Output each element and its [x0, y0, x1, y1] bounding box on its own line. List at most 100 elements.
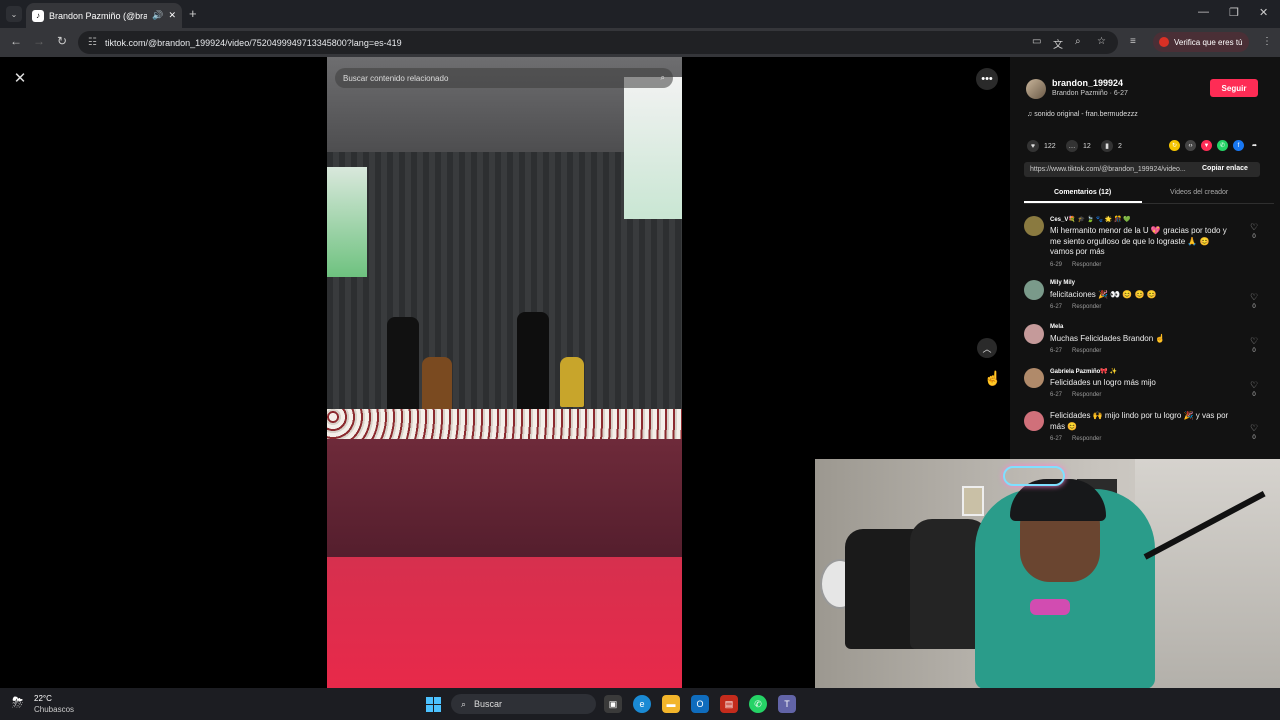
commenter-name[interactable]: Mela: [1050, 324, 1063, 330]
profile-button[interactable]: Verifica que eres tú: [1153, 32, 1249, 52]
taskbar-search-label: Buscar: [474, 699, 503, 709]
translate-icon[interactable]: 文: [1053, 36, 1063, 51]
commenter-avatar[interactable]: [1024, 411, 1044, 431]
comment-count: 12: [1083, 142, 1091, 150]
commenter-avatar[interactable]: [1024, 216, 1044, 236]
window-close-icon[interactable]: ✕: [1259, 6, 1268, 19]
commenter-avatar[interactable]: [1024, 324, 1044, 344]
restore-icon[interactable]: ❐: [1229, 6, 1239, 19]
comment-like[interactable]: ♡ 0: [1248, 423, 1260, 443]
comment-meta: 6-27 Responder: [1050, 392, 1101, 398]
tab-comments[interactable]: Comentarios (12): [1054, 189, 1111, 196]
url-text: tiktok.com/@brandon_199924/video/7520499…: [104, 37, 402, 48]
reply-link[interactable]: Responder: [1072, 304, 1101, 310]
windows-start-icon[interactable]: [426, 697, 441, 712]
embed-icon[interactable]: ‹›: [1185, 140, 1196, 151]
zoom-icon[interactable]: ⌕: [1075, 36, 1081, 47]
repost-icon[interactable]: ↻: [1169, 140, 1180, 151]
comment-meta: 6-27 Responder: [1050, 304, 1101, 310]
weather-icon[interactable]: ⛈: [12, 694, 30, 712]
reply-link[interactable]: Responder: [1072, 392, 1101, 398]
tab-search-icon[interactable]: ⌄: [6, 6, 22, 22]
reply-link[interactable]: Responder: [1072, 348, 1101, 354]
related-search-bar[interactable]: Buscar contenido relacionado ⌕: [335, 68, 673, 88]
reply-link[interactable]: Responder: [1072, 262, 1101, 268]
store-icon[interactable]: ▤: [720, 695, 738, 713]
profile-avatar-icon: [1159, 37, 1169, 47]
heart-outline-icon: ♡: [1249, 423, 1259, 433]
whatsapp-icon[interactable]: ✆: [1217, 140, 1228, 151]
cast-icon[interactable]: ▭: [1032, 36, 1041, 47]
heart-outline-icon: ♡: [1249, 292, 1259, 302]
reading-list-icon[interactable]: ≡: [1130, 36, 1136, 47]
commenter-avatar[interactable]: [1024, 280, 1044, 300]
video-lectern: [560, 357, 584, 407]
commenter-name[interactable]: Gabriela Pazmiño🎀 ✨: [1050, 368, 1117, 375]
music-link[interactable]: ♫ sonido original - fran.bermudezzz: [1027, 111, 1138, 118]
comment-date: 6-27: [1050, 436, 1063, 442]
comment-like[interactable]: ♡ 0: [1248, 380, 1260, 400]
video-figure: [517, 312, 549, 412]
new-tab-icon[interactable]: +: [189, 6, 197, 21]
forward-icon[interactable]: →: [33, 34, 45, 48]
browser-tab[interactable]: ♪ Brandon Pazmiño (@brand 🔊 ✕: [26, 3, 182, 28]
address-bar[interactable]: ☷ tiktok.com/@brandon_199924/video/75204…: [78, 31, 1118, 54]
comment-text: felicitaciones 🎉 👀 😊 😊 😊: [1050, 290, 1157, 299]
like-stat[interactable]: ♥ 122: [1027, 140, 1056, 152]
file-explorer-icon[interactable]: ▬: [662, 695, 680, 713]
comment-item: Gabriela Pazmiño🎀 ✨ Felicidades un logro…: [1024, 368, 1264, 400]
site-info-icon[interactable]: ☷: [88, 37, 97, 48]
reply-link[interactable]: Responder: [1072, 436, 1101, 442]
browser-menu-icon[interactable]: ⋮: [1262, 36, 1272, 47]
creator-subtitle: Brandon Pazmiño · 6-27: [1052, 90, 1128, 97]
bookmark-star-icon[interactable]: ☆: [1097, 36, 1106, 47]
previous-video-icon[interactable]: ︿: [977, 338, 997, 358]
comment-date: 6-27: [1050, 304, 1063, 310]
commenter-name[interactable]: Mily Mily: [1050, 280, 1075, 286]
whatsapp-app-icon[interactable]: ✆: [749, 695, 767, 713]
comment-stat[interactable]: … 12: [1066, 140, 1091, 152]
video-link-text: https://www.tiktok.com/@brandon_199924/v…: [1030, 166, 1186, 173]
creator-username[interactable]: brandon_199924: [1052, 78, 1123, 88]
comment-text: Felicidades un logro más mijo: [1050, 378, 1156, 387]
back-icon[interactable]: ←: [10, 34, 22, 48]
more-options-icon[interactable]: •••: [976, 68, 998, 90]
like-count: 122: [1044, 142, 1056, 150]
profile-label: Verifica que eres tú: [1174, 37, 1243, 47]
weather-temp[interactable]: 22°C: [34, 694, 52, 703]
comment-like[interactable]: ♡ 0: [1248, 222, 1260, 242]
commenter-avatar[interactable]: [1024, 368, 1044, 388]
tab-creator-videos[interactable]: Videos del creador: [1170, 189, 1228, 196]
search-icon: ⌕: [461, 698, 467, 709]
reload-icon[interactable]: ↻: [57, 34, 67, 48]
send-icon[interactable]: ▼: [1201, 140, 1212, 151]
taskbar-search[interactable]: ⌕ Buscar: [451, 694, 596, 714]
tiktok-favicon-icon: ♪: [32, 9, 44, 22]
comment-like-count: 0: [1252, 392, 1256, 398]
search-icon[interactable]: ⌕: [661, 73, 665, 83]
creator-avatar[interactable]: [1026, 79, 1046, 99]
save-stat[interactable]: ▮ 2: [1101, 140, 1122, 152]
follow-button[interactable]: Seguir: [1210, 79, 1258, 97]
teams-icon[interactable]: T: [778, 695, 796, 713]
comment-like[interactable]: ♡ 0: [1248, 336, 1260, 356]
comment-like[interactable]: ♡ 0: [1248, 292, 1260, 312]
comment-date: 6-29: [1050, 262, 1063, 268]
comment-item: Mily Mily felicitaciones 🎉 👀 😊 😊 😊 6-27 R…: [1024, 280, 1264, 312]
minimize-icon[interactable]: —: [1198, 6, 1209, 18]
comment-like-count: 0: [1252, 348, 1256, 354]
video-player[interactable]: Buscar contenido relacionado ⌕: [327, 57, 682, 688]
share-arrow-icon[interactable]: ➦: [1249, 140, 1260, 151]
comment-item: Mela Muchas Felicidades Brandon ☝ 6-27 Re…: [1024, 324, 1264, 356]
close-video-icon[interactable]: ✕: [10, 68, 30, 88]
heart-icon: ♥: [1027, 140, 1039, 152]
copy-link-button[interactable]: Copiar enlace: [1202, 165, 1248, 172]
audio-icon[interactable]: 🔊: [152, 10, 163, 21]
facebook-icon[interactable]: f: [1233, 140, 1244, 151]
weather-condition[interactable]: Chubascos: [34, 705, 74, 714]
tab-close-icon[interactable]: ✕: [168, 10, 176, 21]
commenter-name[interactable]: Ces_V💐 🎓 🍃 🐾 🌟 🎊 💚: [1050, 216, 1131, 223]
outlook-icon[interactable]: O: [691, 695, 709, 713]
task-view-icon[interactable]: ▣: [604, 695, 622, 713]
edge-icon[interactable]: e: [633, 695, 651, 713]
